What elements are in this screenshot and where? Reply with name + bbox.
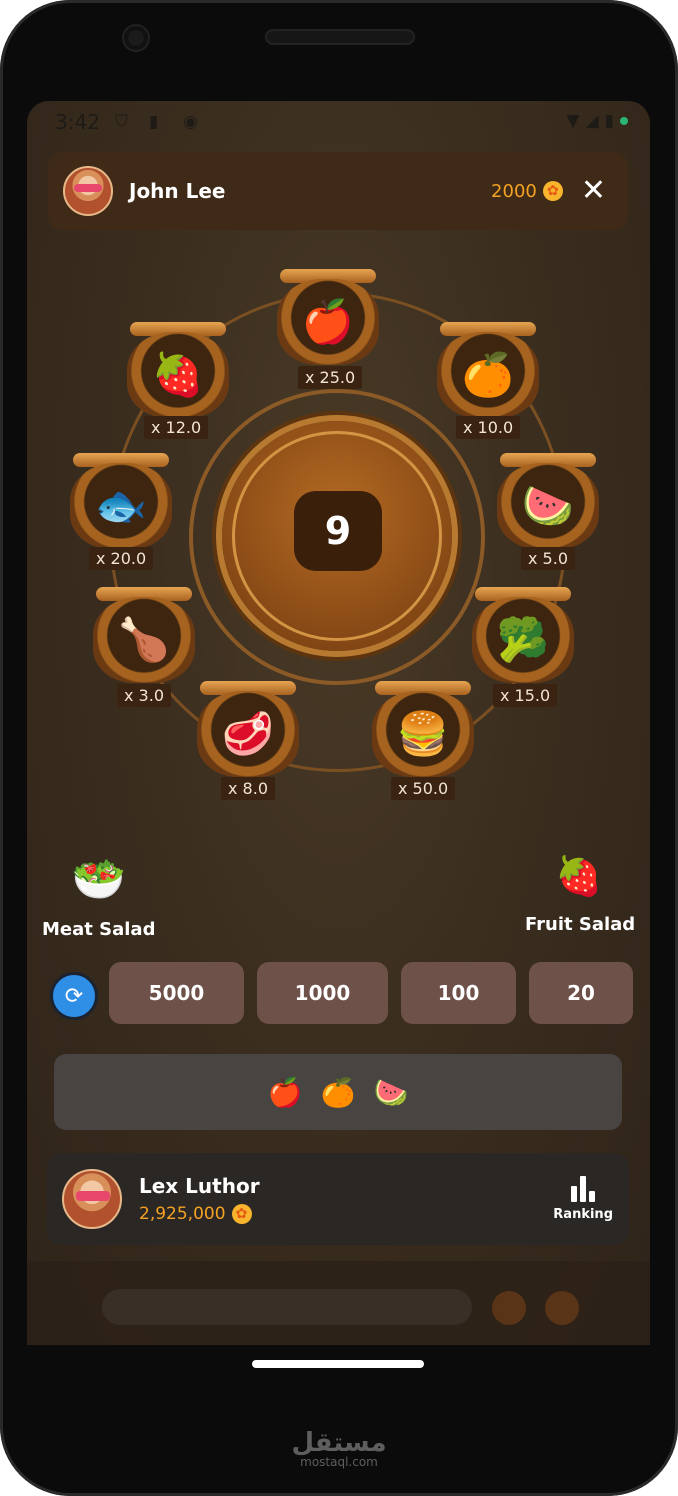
bet-5000-button[interactable]: 5000 — [109, 962, 244, 1024]
pot-strawberry[interactable]: 🍓 — [127, 322, 229, 418]
orange-icon: 🍊 — [437, 332, 539, 418]
player-coin-value: 2,925,000 — [139, 1204, 226, 1224]
bar-chart-icon — [571, 1176, 596, 1202]
game-screen: 3:42 ⛉ ▮ ◉ ▼ ◢ ▮ John Lee 2000 ✿ ✕ 9 🍎 x… — [27, 101, 650, 1345]
pot-watermelon[interactable]: 🍉 — [497, 453, 599, 549]
watermark-logo: مستقل — [291, 1428, 387, 1458]
broccoli-icon: 🥦 — [472, 597, 574, 683]
pot-steak[interactable]: 🥩 — [197, 681, 299, 777]
blurred-coin-icon — [545, 1291, 579, 1325]
multiplier-burger: x 50.0 — [391, 777, 456, 800]
apple-icon: 🍎 — [277, 279, 379, 365]
multiplier-watermelon: x 5.0 — [521, 547, 575, 570]
history-apple-icon: 🍎 — [267, 1075, 303, 1109]
multiplier-strawberry: x 12.0 — [144, 416, 209, 439]
fish-icon: 🐟 — [70, 463, 172, 549]
countdown-counter: 9 — [294, 491, 382, 571]
player-card-coins: 2,925,000 ✿ — [139, 1204, 260, 1224]
fruit-wheel: 9 🍎 x 25.0 🍊 x 10.0 🍉 x 5.0 🥦 x 15.0 🍔 x… — [27, 101, 650, 801]
phone-frame: 3:42 ⛉ ▮ ◉ ▼ ◢ ▮ John Lee 2000 ✿ ✕ 9 🍎 x… — [0, 0, 678, 1496]
multiplier-drumstick: x 3.0 — [117, 684, 171, 707]
bet-100-button[interactable]: 100 — [401, 962, 516, 1024]
blurred-gift-icon — [492, 1291, 526, 1325]
coin-icon: ✿ — [231, 1204, 252, 1224]
earpiece-speaker — [265, 29, 415, 45]
pot-drumstick[interactable]: 🍗 — [93, 587, 195, 683]
refresh-button[interactable]: ⟳ — [50, 972, 98, 1020]
history-watermelon-icon: 🍉 — [373, 1075, 409, 1109]
pot-apple[interactable]: 🍎 — [277, 269, 379, 365]
result-history: 🍎 🍊 🍉 — [54, 1054, 622, 1130]
player-info: Lex Luthor 2,925,000 ✿ — [139, 1174, 260, 1224]
blurred-chat-input — [102, 1289, 472, 1325]
strawberry-icon: 🍓 — [127, 332, 229, 418]
fruit-salad-icon[interactable]: 🍓 — [555, 857, 602, 895]
burger-icon: 🍔 — [372, 691, 474, 777]
player-card-name: Lex Luthor — [139, 1174, 260, 1198]
bet-20-button[interactable]: 20 — [529, 962, 633, 1024]
multiplier-orange: x 10.0 — [456, 416, 521, 439]
pot-fish[interactable]: 🐟 — [70, 453, 172, 549]
multiplier-steak: x 8.0 — [221, 777, 275, 800]
ranking-button[interactable]: Ranking — [553, 1176, 613, 1222]
bet-1000-button[interactable]: 1000 — [257, 962, 388, 1024]
multiplier-fish: x 20.0 — [89, 547, 154, 570]
front-camera — [124, 26, 148, 50]
multiplier-apple: x 25.0 — [298, 366, 363, 389]
multiplier-broccoli: x 15.0 — [493, 684, 558, 707]
meat-salad-icon[interactable]: 🥗 — [71, 858, 126, 902]
pot-broccoli[interactable]: 🥦 — [472, 587, 574, 683]
steak-icon: 🥩 — [197, 691, 299, 777]
watermark-site: mostaql.com — [300, 1455, 378, 1469]
player-card: Lex Luthor 2,925,000 ✿ Ranking — [47, 1153, 629, 1245]
fruit-salad-label: Fruit Salad — [525, 914, 636, 935]
meat-salad-label: Meat Salad — [42, 919, 156, 940]
drumstick-icon: 🍗 — [93, 597, 195, 683]
pot-orange[interactable]: 🍊 — [437, 322, 539, 418]
history-orange-icon: 🍊 — [320, 1075, 356, 1109]
ranking-label: Ranking — [553, 1207, 613, 1222]
watermelon-icon: 🍉 — [497, 463, 599, 549]
avatar[interactable] — [62, 1169, 122, 1229]
pot-burger[interactable]: 🍔 — [372, 681, 474, 777]
home-indicator[interactable] — [252, 1360, 424, 1368]
